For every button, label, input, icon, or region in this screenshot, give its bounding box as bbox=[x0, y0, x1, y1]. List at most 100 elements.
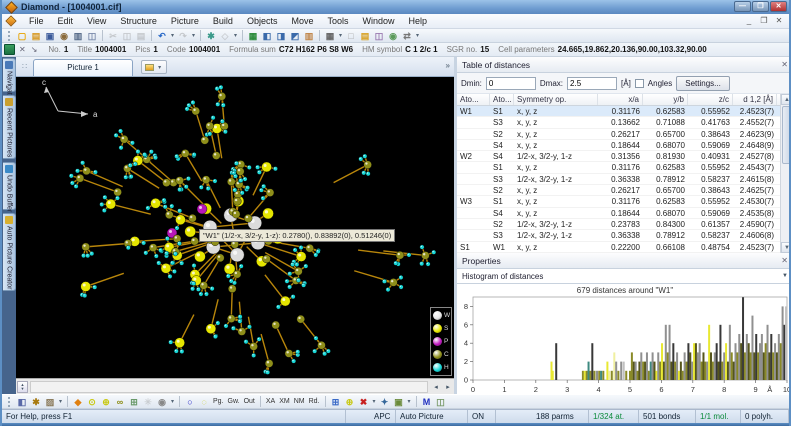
table-row[interactable]: W3S1x, y, z0.311760.625830.559522.4530(7… bbox=[457, 196, 791, 207]
menu-window[interactable]: Window bbox=[355, 15, 401, 27]
legend-item-W[interactable]: W bbox=[431, 309, 451, 322]
table-scrollbar[interactable]: ▲ ▼ bbox=[780, 94, 791, 253]
column-header[interactable]: Ato... bbox=[457, 94, 490, 105]
toolbar-icon[interactable]: ✖ bbox=[357, 396, 370, 408]
table-row[interactable]: S4x, y, z0.186440.680700.590692.4648(9) bbox=[457, 140, 791, 151]
properties-selector[interactable]: Histogram of distances ▼ bbox=[457, 269, 791, 284]
table-row[interactable]: S21/2-x, 3/2-y, 1-z0.237830.843000.61357… bbox=[457, 219, 791, 230]
table-row[interactable]: S1W1x, y, z0.222000.661080.487542.4523(7… bbox=[457, 242, 791, 253]
scroll-up-icon[interactable]: ▲ bbox=[781, 94, 791, 105]
drag-grip-icon[interactable]: ∷ bbox=[22, 62, 27, 71]
toolbar-text-button[interactable]: Rd. bbox=[307, 398, 322, 405]
toolbar-icon[interactable]: ⇄ bbox=[401, 30, 414, 42]
legend-item-S[interactable]: S bbox=[431, 322, 451, 335]
chevron-down-icon[interactable]: ▾ bbox=[414, 32, 421, 39]
menu-structure[interactable]: Structure bbox=[113, 15, 164, 27]
toolbar-icon[interactable]: ▤ bbox=[30, 30, 43, 42]
scroll-left-icon[interactable]: ◂ bbox=[430, 383, 442, 391]
chevron-down-icon[interactable]: ▾ bbox=[337, 32, 344, 39]
dmax-input[interactable] bbox=[567, 77, 617, 90]
toolbar-icon[interactable]: ⊞ bbox=[329, 396, 342, 408]
chevron-down-icon[interactable]: ▾ bbox=[371, 398, 378, 405]
toolbar-text-button[interactable]: Out bbox=[242, 398, 257, 405]
menu-build[interactable]: Build bbox=[206, 15, 240, 27]
toolbar-text-button[interactable]: Gw. bbox=[226, 398, 242, 405]
toolbar-text-button[interactable]: XM bbox=[277, 398, 292, 405]
scroll-track[interactable] bbox=[30, 381, 428, 393]
mdi-minimize-button[interactable]: _ bbox=[743, 16, 755, 27]
structure-3d-view[interactable]: c a "W1" (1/2-x, 3/2-y, 1-z): 0.2780(), … bbox=[16, 77, 454, 378]
maximize-button[interactable]: ❐ bbox=[752, 1, 769, 12]
menu-move[interactable]: Move bbox=[284, 15, 320, 27]
toolbar-icon[interactable]: ◆ bbox=[72, 396, 85, 408]
chevron-down-icon[interactable]: ▾ bbox=[169, 32, 176, 39]
table-row[interactable]: S31/2-x, 3/2-y, 1-z0.363380.789120.58237… bbox=[457, 230, 791, 241]
drag-grip-icon[interactable] bbox=[8, 397, 12, 407]
menu-objects[interactable]: Objects bbox=[240, 15, 285, 27]
table-row[interactable]: W1S1x, y, z0.311760.625830.559522.4523(7… bbox=[457, 106, 791, 117]
toolbar-icon[interactable]: ▤ bbox=[135, 30, 148, 42]
toolbar-icon[interactable]: ◧ bbox=[261, 30, 274, 42]
scroll-right-icon[interactable]: ▸ bbox=[442, 383, 454, 391]
toolbar-text-button[interactable]: XA bbox=[264, 398, 277, 405]
table-row[interactable]: S2x, y, z0.262170.657000.386432.4623(9) bbox=[457, 129, 791, 140]
toolbar-icon[interactable]: ◇ bbox=[219, 30, 232, 42]
toolbar-icon[interactable]: ◫ bbox=[86, 30, 99, 42]
toolbar-icon[interactable]: ⊕ bbox=[100, 396, 113, 408]
toolbar-icon[interactable]: ▤ bbox=[359, 30, 372, 42]
toolbar-icon[interactable]: ◉ bbox=[156, 396, 169, 408]
sidebar-tab-undo-buffer[interactable]: Undo Buffer bbox=[3, 162, 16, 210]
toolbar-icon[interactable]: ▦ bbox=[247, 30, 260, 42]
sidebar-tab-recent-pictures[interactable]: Recent Pictures bbox=[3, 95, 16, 159]
minimize-button[interactable]: — bbox=[734, 1, 751, 12]
distances-panel-header[interactable]: Table of distances ✕ bbox=[457, 57, 791, 73]
menu-tools[interactable]: Tools bbox=[320, 15, 355, 27]
legend-item-P[interactable]: P bbox=[431, 335, 451, 348]
toolbar-icon[interactable]: ◨ bbox=[275, 30, 288, 42]
menu-help[interactable]: Help bbox=[402, 15, 435, 27]
new-picture-button[interactable]: ▾ bbox=[141, 60, 167, 74]
toolbar-icon[interactable]: ✱ bbox=[205, 30, 218, 42]
toolbar-icon[interactable]: ⊞ bbox=[128, 396, 141, 408]
toolbar-icon[interactable]: ▥ bbox=[72, 30, 85, 42]
toolbar-icon[interactable]: ◧ bbox=[16, 396, 29, 408]
mdi-close-button[interactable]: ✕ bbox=[773, 16, 785, 27]
chevron-down-icon[interactable]: ▾ bbox=[57, 398, 64, 405]
table-row[interactable]: S2x, y, z0.262170.657000.386432.4625(7) bbox=[457, 185, 791, 196]
toolbar-icon[interactable]: ▦ bbox=[324, 30, 337, 42]
table-row[interactable]: W2S41/2-x, 3/2-y, 1-z0.313560.819300.409… bbox=[457, 151, 791, 162]
scrollbar-thumb[interactable] bbox=[782, 106, 791, 164]
column-header[interactable]: d 1,2 [Å] bbox=[733, 94, 777, 105]
column-header[interactable]: y/b bbox=[643, 94, 688, 105]
menu-file[interactable]: File bbox=[22, 15, 51, 27]
table-row[interactable]: S31/2-x, 3/2-y, 1-z0.363380.789120.58237… bbox=[457, 174, 791, 185]
drag-grip-icon[interactable] bbox=[8, 31, 12, 41]
toolbar-icon[interactable]: ⊕ bbox=[343, 396, 356, 408]
mdi-restore-button[interactable]: ❐ bbox=[758, 16, 770, 27]
sidebar-tab-navigation[interactable]: Navigation bbox=[3, 58, 16, 92]
chevron-down-icon[interactable]: ▾ bbox=[169, 398, 176, 405]
menu-picture[interactable]: Picture bbox=[164, 15, 206, 27]
toolbar-icon[interactable]: ◌ bbox=[198, 396, 211, 408]
table-row[interactable]: S3x, y, z0.136620.710880.417632.4552(7) bbox=[457, 117, 791, 128]
scroll-down-icon[interactable]: ▼ bbox=[781, 242, 791, 253]
toolbar-icon[interactable]: ⊙ bbox=[86, 396, 99, 408]
chevron-down-icon[interactable]: ▾ bbox=[190, 32, 197, 39]
toolbar-text-button[interactable]: Pg. bbox=[211, 398, 226, 405]
toolbar-icon[interactable]: ▥ bbox=[303, 30, 316, 42]
dmin-input[interactable] bbox=[486, 77, 536, 90]
frame-spinner[interactable]: ▲▼ bbox=[17, 381, 28, 393]
toolbar-icon[interactable]: ✳ bbox=[142, 396, 155, 408]
toolbar-icon[interactable]: ◫ bbox=[373, 30, 386, 42]
toolbar-text-button[interactable]: NM bbox=[292, 398, 307, 405]
close-icon[interactable]: ✕ bbox=[781, 60, 788, 69]
column-header[interactable]: z/c bbox=[688, 94, 733, 105]
toolbar-icon[interactable]: ◫ bbox=[121, 30, 134, 42]
expand-icon[interactable]: ↘ bbox=[31, 45, 38, 54]
toolbar-icon[interactable]: ↶ bbox=[156, 30, 169, 42]
toolbar-icon[interactable]: ✂ bbox=[107, 30, 120, 42]
toolbar-icon[interactable]: ◉ bbox=[387, 30, 400, 42]
column-header[interactable]: Ato... bbox=[490, 94, 514, 105]
toolbar-icon[interactable]: ▣ bbox=[44, 30, 57, 42]
toolbar-icon[interactable]: ○ bbox=[184, 396, 197, 408]
